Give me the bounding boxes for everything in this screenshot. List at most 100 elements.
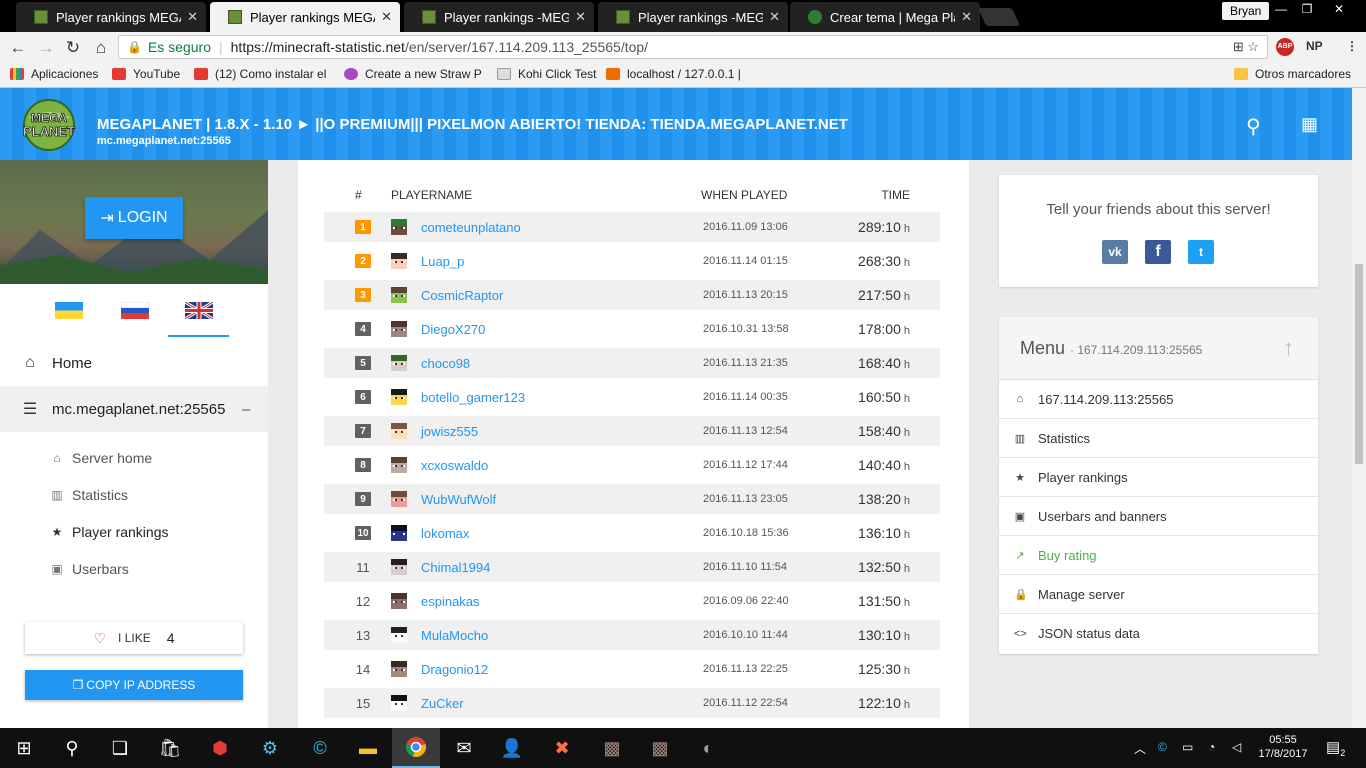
arrow-up-icon[interactable]: ↑ [1283, 335, 1294, 361]
menu-item-statistics[interactable]: ▥ Statistics [999, 419, 1318, 458]
scrollbar-thumb[interactable] [1355, 264, 1363, 464]
player-name-link[interactable]: lokomax [421, 526, 469, 541]
sidebar-item-home[interactable]: ⌂ Home [0, 342, 268, 384]
home-icon[interactable]: ⌂ [91, 38, 111, 58]
like-button[interactable]: ♡ I LIKE 4 [25, 622, 243, 654]
window-close-icon[interactable]: ✕ [1326, 0, 1352, 18]
forward-icon[interactable]: → [36, 38, 56, 58]
page-scrollbar[interactable] [1352, 88, 1366, 728]
player-name-link[interactable]: espinakas [421, 594, 480, 609]
sidebar-subitem-statistics[interactable]: ▥ Statistics [50, 487, 128, 503]
copy-ip-button[interactable]: ❐ COPY IP ADDRESS [25, 670, 243, 700]
notifications-icon[interactable]: ▤2 [1326, 738, 1345, 758]
player-name-link[interactable]: Luap_p [421, 254, 464, 269]
new-tab-button[interactable] [977, 8, 1021, 26]
menu-item-manage-server[interactable]: 🔒 Manage server [999, 575, 1318, 614]
bookmark-kohi[interactable]: Kohi Click Test [497, 67, 596, 81]
start-icon[interactable]: ⊞ [0, 728, 48, 768]
player-name-link[interactable]: choco98 [421, 356, 470, 371]
close-icon[interactable]: ✕ [769, 9, 780, 25]
tray-ccleaner-icon[interactable]: © [1158, 740, 1167, 754]
search-icon[interactable]: ⚲ [48, 728, 96, 768]
reload-icon[interactable]: ↻ [63, 38, 83, 58]
store-icon[interactable]: 🛍 [146, 728, 194, 768]
flag-russia-icon[interactable] [121, 302, 149, 319]
chrome-menu-icon[interactable]: ⋮ [1346, 39, 1358, 53]
restore-icon[interactable]: ❐ [1294, 0, 1320, 18]
player-name-link[interactable]: xcxoswaldo [421, 458, 488, 473]
player-name-link[interactable]: CosmicRaptor [421, 288, 503, 303]
bookmark-apps[interactable]: Aplicaciones [10, 67, 98, 81]
url-field[interactable]: 🔒 Es seguro | https://minecraft-statisti… [118, 35, 1268, 59]
menu-item-buy-rating[interactable]: ↗ Buy rating [999, 536, 1318, 575]
flag-ukraine-icon[interactable] [55, 302, 83, 319]
close-icon[interactable]: ✕ [961, 9, 972, 25]
collapse-icon[interactable]: – [242, 401, 250, 418]
translate-and-star-icons[interactable]: ⊞ ☆ [1233, 39, 1259, 55]
bookmark-label: Kohi Click Test [518, 67, 597, 81]
menu-item-json-status[interactable]: <> JSON status data [999, 614, 1318, 653]
close-icon[interactable]: ✕ [187, 9, 198, 25]
app-icon-network[interactable]: ⚙ [246, 728, 294, 768]
player-name-link[interactable]: MulaMocho [421, 628, 488, 643]
sidebar-subitem-player-rankings[interactable]: ★ Player rankings [50, 524, 169, 540]
adblock-extension-icon[interactable]: ABP [1276, 38, 1294, 56]
users-icon[interactable]: 👤 [488, 728, 536, 768]
menu-item-server-home[interactable]: ⌂ 167.114.209.113:25565 [999, 380, 1318, 419]
minimize-icon[interactable]: — [1268, 0, 1294, 18]
profile-button[interactable]: Bryan [1222, 2, 1270, 20]
player-name-link[interactable]: Chimal1994 [421, 560, 490, 575]
tab-2[interactable]: Player rankings MEGAPla ✕ [210, 2, 400, 32]
player-name-link[interactable]: ZuCker [421, 696, 464, 711]
bookmark-youtube-video[interactable]: (12) Como instalar el [194, 67, 326, 81]
ccleaner-icon[interactable]: © [296, 728, 344, 768]
chrome-icon[interactable] [392, 728, 440, 768]
file-explorer-icon[interactable]: ▬ [344, 728, 392, 768]
bookmark-localhost[interactable]: localhost / 127.0.0.1 | [606, 67, 741, 81]
player-name-link[interactable]: cometeunplatano [421, 220, 521, 235]
player-name-link[interactable]: Dragonio12 [421, 662, 488, 677]
tab-5[interactable]: Crear tema | Mega Plane ✕ [790, 2, 980, 32]
back-icon[interactable]: ← [8, 38, 28, 58]
player-name-link[interactable]: jowisz555 [421, 424, 478, 439]
sidebar-subitem-server-home[interactable]: ⌂ Server home [50, 450, 152, 466]
login-button[interactable]: ⇥ LOGIN [85, 197, 183, 239]
xampp-icon[interactable]: ✖ [538, 728, 586, 768]
minecraft-icon-2[interactable]: ▩ [636, 728, 684, 768]
bookmark-other[interactable]: Otros marcadores [1234, 67, 1351, 81]
player-name-link[interactable]: botello_gamer123 [421, 390, 525, 405]
apps-grid-icon[interactable]: ▦ [1301, 114, 1318, 135]
megaplanet-logo[interactable]: MEGA PLANET [18, 98, 80, 152]
steam-icon[interactable]: ◐ [684, 728, 732, 768]
system-clock[interactable]: 05:55 17/8/2017 [1258, 733, 1308, 761]
player-name-link[interactable]: WubWufWolf [421, 492, 496, 507]
tab-1[interactable]: Player rankings MEGAPla ✕ [16, 2, 206, 32]
menu-item-player-rankings[interactable]: ★ Player rankings [999, 458, 1318, 497]
task-view-icon[interactable]: ❏ [96, 728, 144, 768]
clock-time: 05:55 [1269, 734, 1297, 746]
tab-3[interactable]: Player rankings -MEGA P ✕ [404, 2, 594, 32]
tray-wifi-icon[interactable]: ◔ [1208, 740, 1215, 754]
tray-volume-icon[interactable]: ◁ [1232, 740, 1241, 754]
close-icon[interactable]: ✕ [381, 9, 392, 25]
np-extension-icon[interactable]: NP [1306, 39, 1323, 53]
flag-uk-icon[interactable] [185, 302, 213, 319]
sidebar-item-server[interactable]: ☰ mc.megaplanet.net:25565– [0, 386, 268, 432]
search-icon[interactable]: ⚲ [1246, 114, 1261, 139]
bookmark-youtube[interactable]: YouTube [112, 67, 180, 81]
twitter-share-icon[interactable]: t [1188, 240, 1214, 264]
tray-battery-icon[interactable]: ▭ [1182, 740, 1193, 754]
code-icon: <> [1014, 627, 1027, 640]
minecraft-icon[interactable]: ▩ [588, 728, 636, 768]
vk-share-icon[interactable]: vk [1102, 240, 1128, 264]
mail-icon[interactable]: ✉ [440, 728, 488, 768]
app-icon-red[interactable]: ⬢ [196, 728, 244, 768]
tab-4[interactable]: Player rankings -MEGA P ✕ [598, 2, 788, 32]
menu-item-userbars[interactable]: ▣ Userbars and banners [999, 497, 1318, 536]
facebook-share-icon[interactable]: f [1145, 240, 1171, 264]
close-icon[interactable]: ✕ [575, 9, 586, 25]
sidebar-subitem-userbars[interactable]: ▣ Userbars [50, 561, 128, 577]
player-name-link[interactable]: DiegoX270 [421, 322, 485, 337]
bookmark-strawpoll[interactable]: Create a new Straw P [344, 67, 482, 81]
tray-up-icon[interactable]: ︿ [1134, 740, 1146, 757]
